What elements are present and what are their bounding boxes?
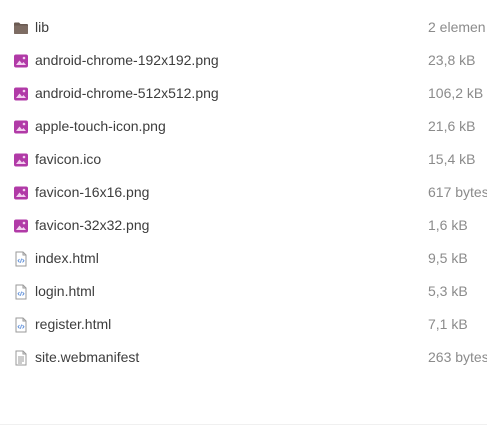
image-icon	[13, 218, 29, 234]
file-row-register-html[interactable]: register.html 7,1 kB	[0, 308, 487, 341]
file-row-lib[interactable]: lib 2 elemen	[0, 11, 487, 44]
file-name: android-chrome-192x192.png	[35, 52, 219, 68]
file-size: 23,8 kB	[428, 52, 476, 68]
file-name: favicon-32x32.png	[35, 217, 150, 233]
file-row-site-webmanifest[interactable]: site.webmanifest 263 bytes	[0, 341, 487, 374]
file-row-favicon-16x16[interactable]: favicon-16x16.png 617 bytes	[0, 176, 487, 209]
image-icon	[13, 152, 29, 168]
image-icon	[13, 119, 29, 135]
file-row-favicon-32x32[interactable]: favicon-32x32.png 1,6 kB	[0, 209, 487, 242]
html-file-icon	[13, 251, 29, 267]
image-icon	[13, 86, 29, 102]
file-row-login-html[interactable]: login.html 5,3 kB	[0, 275, 487, 308]
file-size: 21,6 kB	[428, 118, 476, 134]
file-name: site.webmanifest	[35, 349, 140, 365]
file-size: 106,2 kB	[428, 85, 484, 101]
file-list: lib 2 elemen android-chrome-192x192.png …	[0, 11, 487, 374]
file-size: 9,5 kB	[428, 250, 468, 266]
text-file-icon	[13, 350, 29, 366]
file-size: 617 bytes	[428, 184, 487, 200]
image-icon	[13, 185, 29, 201]
file-name: index.html	[35, 250, 99, 266]
html-file-icon	[13, 284, 29, 300]
folder-icon	[13, 20, 29, 36]
html-file-icon	[13, 317, 29, 333]
file-row-android-chrome-512x512[interactable]: android-chrome-512x512.png 106,2 kB	[0, 77, 487, 110]
file-row-apple-touch-icon[interactable]: apple-touch-icon.png 21,6 kB	[0, 110, 487, 143]
file-size: 7,1 kB	[428, 316, 468, 332]
file-name: favicon.ico	[35, 151, 102, 167]
file-name: android-chrome-512x512.png	[35, 85, 219, 101]
image-icon	[13, 53, 29, 69]
file-size: 5,3 kB	[428, 283, 468, 299]
file-name: lib	[35, 19, 50, 35]
file-name: login.html	[35, 283, 95, 299]
file-size: 1,6 kB	[428, 217, 468, 233]
file-row-android-chrome-192x192[interactable]: android-chrome-192x192.png 23,8 kB	[0, 44, 487, 77]
file-row-favicon-ico[interactable]: favicon.ico 15,4 kB	[0, 143, 487, 176]
file-name: apple-touch-icon.png	[35, 118, 166, 134]
file-size: 15,4 kB	[428, 151, 476, 167]
file-name: register.html	[35, 316, 112, 332]
file-name: favicon-16x16.png	[35, 184, 150, 200]
file-row-index-html[interactable]: index.html 9,5 kB	[0, 242, 487, 275]
file-size: 2 elemen	[428, 19, 486, 35]
file-size: 263 bytes	[428, 349, 487, 365]
